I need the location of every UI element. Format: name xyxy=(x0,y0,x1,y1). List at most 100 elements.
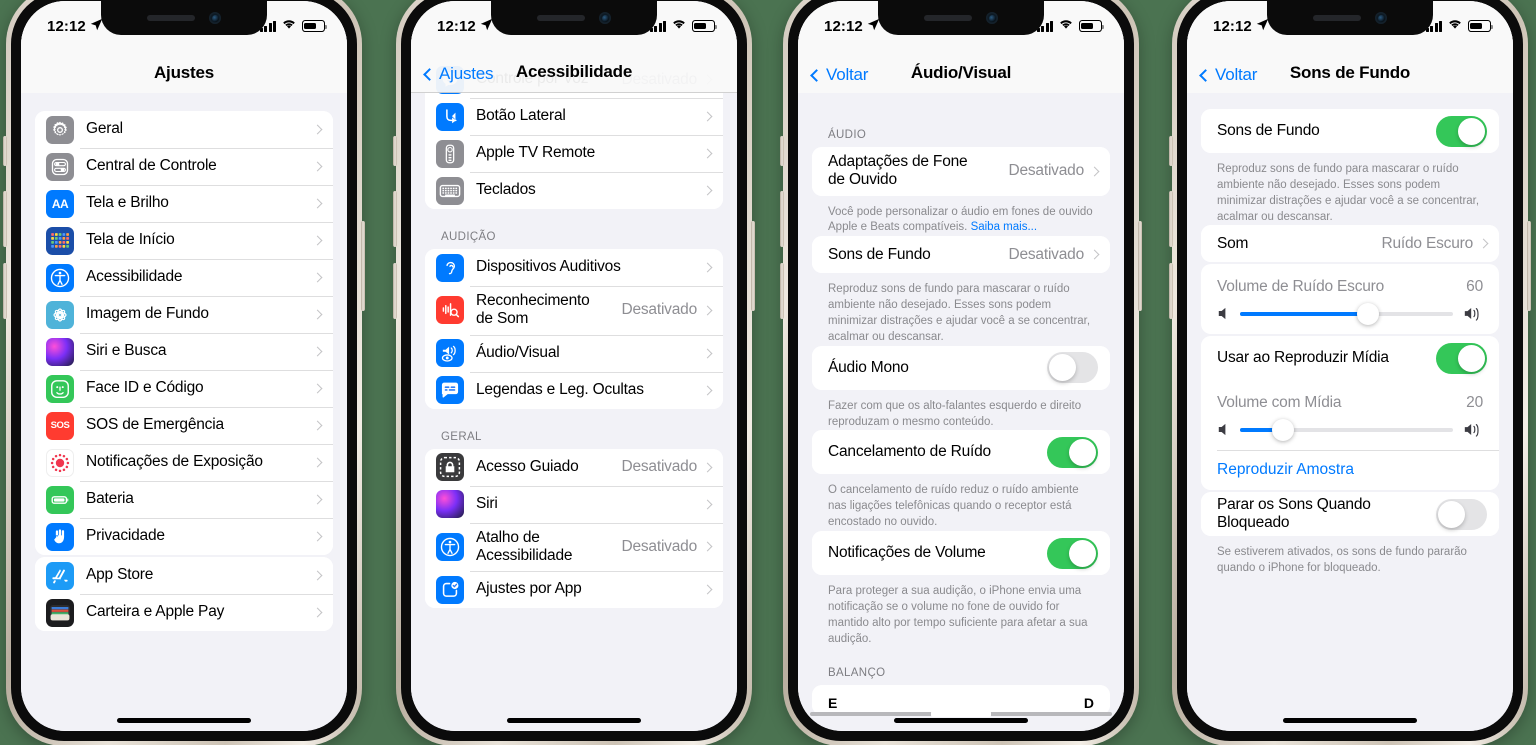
slider-body[interactable] xyxy=(1217,418,1483,441)
audio-visual-icon xyxy=(436,339,464,368)
list-row[interactable]: Botão Lateral xyxy=(425,98,723,135)
home-indicator[interactable] xyxy=(1283,718,1417,723)
slider-knob[interactable] xyxy=(1271,418,1294,441)
list-row[interactable]: Acessibilidade xyxy=(35,259,333,296)
scroll-container[interactable]: Geral Central de Controle AA Tela e Brilho T… xyxy=(21,93,347,631)
slider-track[interactable] xyxy=(1240,302,1453,325)
side-button-voldn[interactable] xyxy=(3,263,7,319)
section-footer: Fazer com que os alto-falantes esquerdo … xyxy=(828,399,1082,428)
scroll-container[interactable]: Sons de Fundo Reproduz sons de fundo para… xyxy=(1187,93,1513,577)
list-row[interactable]: Sons de Fundo Desativado xyxy=(812,236,1110,274)
chevron-right-icon xyxy=(702,584,713,595)
scroll-container[interactable]: Controle por VozDesativadoBotão LateralA… xyxy=(411,61,737,609)
side-button-volup[interactable] xyxy=(393,191,397,247)
back-button[interactable]: Voltar xyxy=(1199,65,1258,85)
side-button-volup[interactable] xyxy=(1169,191,1173,247)
list-row[interactable]: Parar os Sons Quando Bloqueado xyxy=(1201,492,1499,537)
guided-access-icon xyxy=(436,453,464,482)
settings-group: Som Ruído Escuro xyxy=(1201,225,1499,263)
list-row[interactable]: Bateria xyxy=(35,481,333,518)
list-row[interactable]: Adaptações de Fone de Ouvido Desativado xyxy=(812,147,1110,196)
back-button-label: Voltar xyxy=(1215,65,1258,84)
toggle-switch[interactable] xyxy=(1436,342,1487,374)
side-button-power[interactable] xyxy=(1138,221,1142,311)
side-button-volup[interactable] xyxy=(780,191,784,247)
list-row[interactable]: Legendas e Leg. Ocultas xyxy=(425,371,723,409)
home-indicator[interactable] xyxy=(507,718,641,723)
horizontal-scrollbar[interactable] xyxy=(810,711,1112,717)
side-button-power[interactable] xyxy=(1527,221,1531,311)
wallpaper-icon xyxy=(46,300,74,329)
privacy-hand-icon xyxy=(46,522,74,551)
learn-more-link[interactable]: Saiba mais... xyxy=(971,221,1037,233)
list-row[interactable]: SOS SOS de Emergência xyxy=(35,407,333,444)
list-row[interactable]: Apple TV Remote xyxy=(425,135,723,172)
list-row[interactable]: Reconhecimento de Som Desativado xyxy=(425,286,723,335)
home-indicator[interactable] xyxy=(894,718,1028,723)
slider-row: Volume com Mídia 20 xyxy=(1201,380,1499,451)
list-row[interactable]: Sons de Fundo xyxy=(1201,109,1499,153)
list-row[interactable]: Usar ao Reproduzir Mídia xyxy=(1201,336,1499,381)
side-button-voldn[interactable] xyxy=(393,263,397,319)
back-button[interactable]: Voltar xyxy=(810,65,868,85)
side-button-voldn[interactable] xyxy=(780,263,784,319)
chevron-right-icon xyxy=(312,198,323,209)
side-button-power[interactable] xyxy=(751,221,755,311)
list-row[interactable]: Privacidade xyxy=(35,518,333,555)
list-row[interactable]: Som Ruído Escuro xyxy=(1201,225,1499,263)
chevron-right-icon xyxy=(702,185,713,196)
list-row[interactable]: Face ID e Código xyxy=(35,370,333,407)
section-header: ÁUDIO xyxy=(828,129,867,141)
toggle-switch[interactable] xyxy=(1047,537,1098,569)
list-row[interactable]: AA Tela e Brilho xyxy=(35,185,333,222)
slider-track[interactable] xyxy=(1240,418,1453,441)
slider-knob[interactable] xyxy=(1356,302,1379,325)
list-row[interactable]: Acesso Guiado Desativado xyxy=(425,448,723,486)
row-value: Desativado xyxy=(1008,245,1084,263)
side-button-voldn[interactable] xyxy=(1169,263,1173,319)
exposure-icon xyxy=(46,448,74,477)
chevron-right-icon xyxy=(1478,238,1489,249)
list-row[interactable]: Teclados xyxy=(425,172,723,209)
list-row[interactable]: Áudio Mono xyxy=(812,345,1110,390)
home-indicator[interactable] xyxy=(117,718,251,723)
side-button-mute[interactable] xyxy=(3,136,7,166)
list-row[interactable]: App Store xyxy=(35,557,333,594)
list-row[interactable]: Tela de Início xyxy=(35,222,333,259)
list-row[interactable]: Cancelamento de Ruído xyxy=(812,430,1110,475)
row-label: Geral xyxy=(86,120,123,138)
side-button-volup[interactable] xyxy=(3,191,7,247)
list-row[interactable]: Central de Controle xyxy=(35,148,333,185)
list-row[interactable]: Siri e Busca xyxy=(35,333,333,370)
list-row[interactable]: Siri xyxy=(425,485,723,523)
side-button-mute[interactable] xyxy=(1169,136,1173,166)
toggle-switch[interactable] xyxy=(1436,115,1487,147)
list-row[interactable]: Notificações de Volume xyxy=(812,531,1110,576)
slider-body[interactable] xyxy=(1217,302,1483,325)
toggle-switch[interactable] xyxy=(1047,436,1098,468)
list-row[interactable]: Geral xyxy=(35,111,333,148)
row-label: Sons de Fundo xyxy=(828,245,931,263)
toggle-switch[interactable] xyxy=(1047,352,1098,384)
toggle-switch[interactable] xyxy=(1436,498,1487,530)
list-row[interactable]: Notificações de Exposição xyxy=(35,444,333,481)
row-label: Bateria xyxy=(86,490,134,508)
front-camera xyxy=(1375,12,1387,24)
screen-content: Geral Central de Controle AA Tela e Brilho T… xyxy=(21,1,347,731)
phone-bezel: ÁUDIO Adaptações de Fone de Ouvido Desativ… xyxy=(788,0,1134,741)
side-button-mute[interactable] xyxy=(780,136,784,166)
list-row[interactable]: Atalho de Acessibilidade Desativado xyxy=(425,522,723,572)
settings-group: Parar os Sons Quando Bloqueado xyxy=(1201,492,1499,537)
settings-group: Acesso Guiado Desativado Siri Atalho de Ace… xyxy=(425,448,723,609)
list-row[interactable]: Carteira e Apple Pay xyxy=(35,594,333,631)
action-link[interactable]: Reproduzir Amostra xyxy=(1201,450,1499,491)
list-row[interactable]: Dispositivos Auditivos xyxy=(425,249,723,286)
slider-label: Volume com Mídia xyxy=(1217,394,1342,412)
side-button-power[interactable] xyxy=(361,221,365,311)
back-button[interactable]: Ajustes xyxy=(423,64,494,84)
side-button-mute[interactable] xyxy=(393,136,397,166)
list-row[interactable]: Áudio/Visual xyxy=(425,334,723,372)
scroll-container[interactable]: ÁUDIO Adaptações de Fone de Ouvido Desativ… xyxy=(798,93,1124,716)
list-row[interactable]: Imagem de Fundo xyxy=(35,296,333,333)
list-row[interactable]: Ajustes por App xyxy=(425,571,723,609)
